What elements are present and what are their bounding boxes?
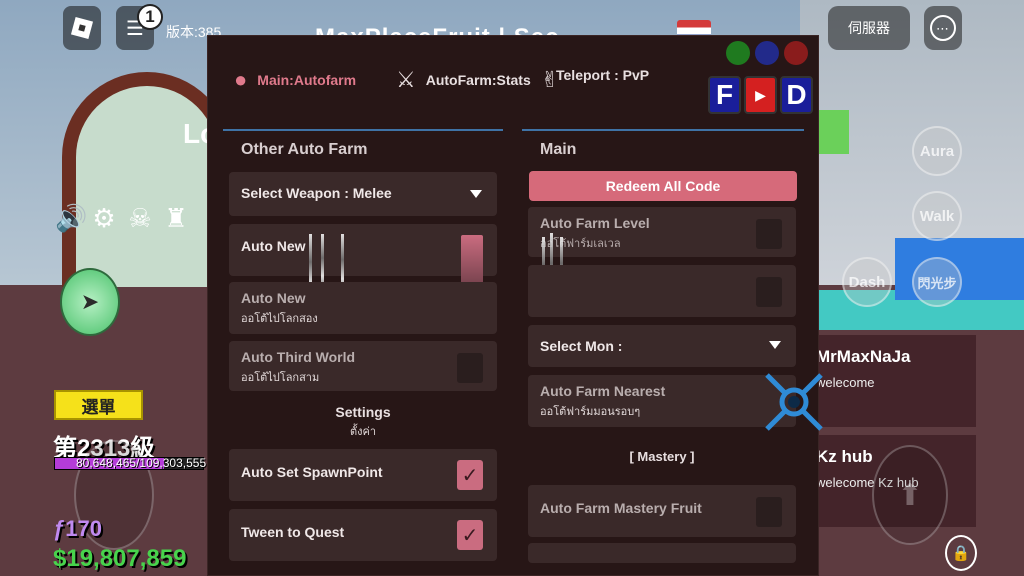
tab-label: Main:Autofarm xyxy=(257,72,357,88)
emblem-svg xyxy=(765,373,823,431)
tab-label: AutoFarm:Stats xyxy=(425,72,531,88)
notification-message: welecome xyxy=(816,375,875,390)
row-subtitle: ออโต้ไปโลกสาม xyxy=(241,372,320,384)
auto-third-world-row[interactable]: Auto Third World ออโต้ไปโลกสาม xyxy=(229,341,497,391)
red-dot-button[interactable] xyxy=(784,41,808,65)
partial-row xyxy=(528,543,796,563)
dash-button[interactable]: Dash xyxy=(842,257,892,307)
row-title: Auto New xyxy=(241,290,306,306)
roblox-logo-icon xyxy=(70,16,94,40)
notification-title: MrMaxNaJa xyxy=(816,347,911,366)
section-divider xyxy=(522,129,804,131)
mastery-header: [ Mastery ] xyxy=(629,449,695,464)
tween-to-quest-row[interactable]: Tween to Quest ✓ xyxy=(229,509,497,561)
gui-header: ● Main:Autofarm ⚔ AutoFarm:Stats ✌ Telep… xyxy=(208,36,820,126)
row-title: Auto Farm Nearest xyxy=(540,383,666,399)
window-dots xyxy=(726,41,808,65)
compass-icon[interactable]: ➤ xyxy=(60,268,120,336)
tab-teleport-pvp[interactable]: Teleport : PvP xyxy=(556,67,649,83)
row-title: Auto Farm Mastery Fruit xyxy=(540,500,702,516)
dropdown-label: Select Weapon : Melee xyxy=(241,185,392,201)
settings-subtitle: ตั้งค่า xyxy=(349,426,377,438)
select-weapon-dropdown[interactable]: Select Weapon : Melee xyxy=(229,172,497,216)
section-title: Main xyxy=(540,141,577,158)
other-auto-farm-section: Other Auto Farm Select Weapon : Melee Au… xyxy=(223,129,503,561)
auto-farm-nearest-row[interactable]: Auto Farm Nearest ออโต้ฟาร์มมอนรอบๆ xyxy=(528,375,796,427)
row-subtitle: ออโต้ไปโลกสอง xyxy=(241,313,318,325)
more-icon: ⋯ xyxy=(930,15,956,41)
auto-third-world-toggle[interactable] xyxy=(457,353,483,383)
row-title: Auto Third World xyxy=(241,349,356,365)
auto-new-world-2-row[interactable]: Auto New ออโต้ไปโลกสอง xyxy=(229,282,497,334)
row-toggle[interactable] xyxy=(756,277,782,307)
settings-title: Settings xyxy=(335,404,391,420)
redeem-all-code-button[interactable]: Redeem All Code xyxy=(529,171,797,201)
money-count: $19,807,859 xyxy=(53,545,187,572)
crew-icon[interactable]: ☠ xyxy=(127,203,153,234)
chat-notification-badge: 1 xyxy=(137,4,163,30)
row-title: Auto Farm Level xyxy=(540,215,650,231)
user-icon: ● xyxy=(234,67,248,92)
script-gui-panel: ● Main:Autofarm ⚔ AutoFarm:Stats ✌ Telep… xyxy=(207,35,819,576)
server-button[interactable]: 伺服器 xyxy=(828,6,910,50)
main-section: Main Redeem All Code Auto Farm Level ออโ… xyxy=(522,129,804,563)
walk-button[interactable]: Walk xyxy=(912,191,962,241)
row-subtitle: ออโต้ฟาร์มเลเวล xyxy=(540,238,621,250)
blank-toggle-row[interactable] xyxy=(528,265,796,317)
tab-main-autofarm[interactable]: ● Main:Autofarm xyxy=(234,67,356,93)
auto-set-spawnpoint-row[interactable]: Auto Set SpawnPoint ✓ xyxy=(229,449,497,501)
notification-card: MrMaxNaJa welecome xyxy=(808,335,976,427)
jump-button[interactable]: ⬆ xyxy=(872,445,948,545)
dropdown-label: Select Mon : xyxy=(540,338,623,354)
discord-icon[interactable]: D xyxy=(780,76,813,114)
flash-step-button[interactable]: 閃光步 xyxy=(912,257,962,307)
auto-farm-level-row[interactable]: Auto Farm Level ออโต้ฟาร์มเลเวล xyxy=(528,207,796,309)
blue-dot-button[interactable] xyxy=(755,41,779,65)
shift-lock-button[interactable]: 🔒 xyxy=(945,535,977,571)
youtube-icon[interactable]: ▶ xyxy=(744,76,777,114)
tween-to-quest-checkbox[interactable]: ✓ xyxy=(457,520,483,550)
roblox-menu-button[interactable] xyxy=(63,6,101,50)
aura-button[interactable]: Aura xyxy=(912,126,962,176)
crossed-swords-icon: ⚔ xyxy=(396,67,416,92)
auto-set-spawnpoint-checkbox[interactable]: ✓ xyxy=(457,460,483,490)
auto-farm-mastery-fruit-row[interactable]: Auto Farm Mastery Fruit xyxy=(528,485,796,537)
green-dot-button[interactable] xyxy=(726,41,750,65)
section-divider xyxy=(223,129,503,131)
xp-text: 80,648,465/109,303,555 xyxy=(76,456,207,470)
hub-emblem-icon[interactable] xyxy=(758,364,830,440)
section-title: Other Auto Farm xyxy=(241,141,368,158)
auto-farm-mastery-fruit-toggle[interactable] xyxy=(756,497,782,527)
gear-icon[interactable]: ⚙ xyxy=(91,203,117,234)
settings-header: Settings ตั้งค่า xyxy=(229,404,497,440)
hud-icon-bar: 🔊 ⚙ ☠ ♜ xyxy=(55,203,189,234)
row-title: Tween to Quest xyxy=(241,524,345,540)
select-mon-dropdown[interactable]: Select Mon : xyxy=(528,325,796,367)
brand-logos: F ▶ D xyxy=(708,76,813,114)
speaker-icon[interactable]: 🔊 xyxy=(55,203,87,234)
chevron-down-icon xyxy=(470,190,482,198)
tab-autofarm-stats[interactable]: ⚔ AutoFarm:Stats ✌ xyxy=(396,67,559,93)
auto-new-world-row[interactable]: Auto New xyxy=(229,224,497,331)
tab-label: Teleport : PvP xyxy=(556,67,650,83)
game-menu-button[interactable]: 選單 xyxy=(54,390,143,420)
auto-farm-level-toggle[interactable] xyxy=(756,219,782,249)
row-title: Auto New xyxy=(241,238,306,254)
facebook-icon[interactable]: F xyxy=(708,76,741,114)
chevron-down-icon xyxy=(769,341,781,349)
fragments-count: ƒ170 xyxy=(53,516,102,541)
more-options-button[interactable]: ⋯ xyxy=(924,6,962,50)
game-green-block xyxy=(815,110,849,154)
row-title: Auto Set SpawnPoint xyxy=(241,464,383,480)
row-subtitle: ออโต้ฟาร์มมอนรอบๆ xyxy=(540,406,641,418)
character-icon[interactable]: ♜ xyxy=(163,203,189,234)
